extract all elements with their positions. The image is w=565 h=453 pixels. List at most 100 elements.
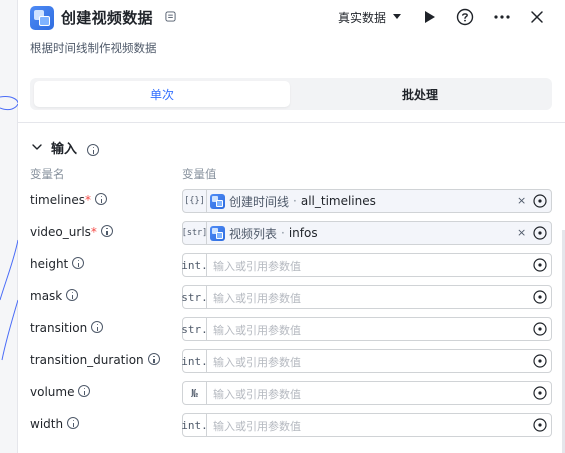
param-name-label: height [30, 257, 69, 271]
param-name: timelines* [30, 193, 108, 207]
more-icon [494, 15, 510, 19]
data-mode-select[interactable]: 真实数据 [338, 9, 386, 26]
reference-chip[interactable]: 视频列表 · infos [210, 224, 318, 242]
param-name: height [30, 257, 85, 271]
video-node-icon [30, 6, 54, 30]
param-row-mask: mask str. 输入或引用参数值 [18, 285, 565, 309]
param-name: volume [30, 385, 91, 399]
required-mark: * [90, 225, 97, 239]
column-header-name: 变量名 [30, 167, 65, 181]
tag-icon[interactable] [165, 11, 176, 22]
node-config-panel: 创建视频数据 真实数据 根据时间线制作视频数据 单次 批处理 输入 变量名 变量… [18, 0, 565, 453]
variable-icon[interactable] [533, 290, 547, 304]
type-tag: int. [181, 414, 208, 436]
param-row-transition-duration: transition_duration int. 输入或引用参数值 [18, 349, 565, 373]
variable-icon[interactable] [533, 258, 547, 272]
param-input-placeholder[interactable]: 输入或引用参数值 [213, 354, 301, 370]
type-tag: № [183, 382, 207, 404]
param-value-field[interactable]: [str] 视频列表 · infos × [182, 221, 552, 245]
divider [18, 122, 565, 123]
param-value-field[interactable]: int. 输入或引用参数值 [181, 349, 552, 373]
param-name-label: mask [30, 289, 63, 303]
run-button[interactable] [420, 7, 440, 27]
param-value-field[interactable]: str. 输入或引用参数值 [181, 317, 552, 341]
param-input-placeholder[interactable]: 输入或引用参数值 [213, 322, 301, 338]
info-icon[interactable] [100, 225, 113, 237]
param-row-timelines: timelines* [{}] 创建时间线 · all_timelines × [18, 189, 565, 213]
type-tag: [{}] [183, 190, 207, 212]
ref-variable: all_timelines [300, 194, 376, 208]
param-input-placeholder[interactable]: 输入或引用参数值 [213, 418, 301, 434]
chevron-down-icon[interactable] [30, 140, 44, 154]
param-name-label: transition [30, 321, 88, 335]
type-tag: int. [181, 350, 208, 372]
param-value-field[interactable]: int. 输入或引用参数值 [181, 413, 552, 437]
help-icon [456, 8, 474, 26]
panel-header: 创建视频数据 真实数据 [18, 0, 565, 36]
input-section-title: 输入 [51, 142, 78, 157]
param-row-volume: volume № 输入或引用参数值 [18, 381, 565, 405]
variable-icon[interactable] [533, 354, 547, 368]
close-button[interactable] [527, 7, 547, 27]
param-value-field[interactable]: [{}] 创建时间线 · all_timelines × [182, 189, 552, 213]
param-value-field[interactable]: str. 输入或引用参数值 [181, 285, 552, 309]
info-icon[interactable] [95, 193, 108, 205]
param-name-label: timelines [30, 193, 86, 207]
node-description[interactable]: 根据时间线制作视频数据 [30, 40, 157, 56]
param-name: width [30, 417, 80, 431]
type-tag: [str] [182, 222, 207, 244]
type-tag: int. [181, 254, 208, 276]
info-icon[interactable] [72, 257, 85, 269]
required-mark: * [85, 193, 92, 207]
type-tag: str. [181, 318, 208, 340]
help-button[interactable] [455, 7, 475, 27]
variable-icon[interactable] [533, 322, 547, 336]
run-mode-tabs: 单次 批处理 [30, 78, 552, 110]
info-icon[interactable] [87, 144, 99, 156]
ref-separator: · [281, 226, 285, 240]
ref-separator: · [293, 194, 297, 208]
workflow-canvas-edge[interactable] [0, 0, 18, 453]
param-row-width: width int. 输入或引用参数值 [18, 413, 565, 437]
variable-icon[interactable] [533, 194, 547, 208]
play-icon [425, 11, 435, 23]
info-icon[interactable] [147, 353, 160, 365]
param-value-field[interactable]: int. 输入或引用参数值 [181, 253, 552, 277]
param-name-label: transition_duration [30, 353, 144, 367]
param-input-placeholder[interactable]: 输入或引用参数值 [213, 258, 301, 274]
param-name: mask [30, 289, 79, 303]
type-tag: str. [181, 286, 208, 308]
param-input-placeholder[interactable]: 输入或引用参数值 [213, 290, 301, 306]
clear-icon[interactable]: × [517, 194, 526, 207]
ref-node-name: 创建时间线 [229, 194, 290, 209]
more-button[interactable] [492, 7, 512, 27]
param-row-height: height int. 输入或引用参数值 [18, 253, 565, 277]
variable-icon[interactable] [533, 418, 547, 432]
param-row-transition: transition str. 输入或引用参数值 [18, 317, 565, 341]
info-icon[interactable] [66, 289, 79, 301]
caret-down-icon[interactable] [393, 14, 401, 19]
param-input-placeholder[interactable]: 输入或引用参数值 [213, 386, 301, 402]
param-name: transition [30, 321, 104, 335]
node-ref-icon [210, 193, 225, 209]
param-name: video_urls* [30, 225, 113, 239]
clear-icon[interactable]: × [517, 226, 526, 239]
variable-icon[interactable] [533, 386, 547, 400]
info-icon[interactable] [67, 417, 80, 429]
tab-single[interactable]: 单次 [34, 81, 290, 107]
param-name-label: width [30, 417, 64, 431]
ref-node-name: 视频列表 [229, 226, 278, 241]
info-icon[interactable] [78, 385, 91, 397]
node-ref-icon [210, 225, 225, 241]
param-row-video-urls: video_urls* [str] 视频列表 · infos × [18, 221, 565, 245]
reference-chip[interactable]: 创建时间线 · all_timelines [210, 192, 376, 210]
info-icon[interactable] [91, 321, 104, 333]
tab-batch[interactable]: 批处理 [292, 81, 548, 107]
page-title[interactable]: 创建视频数据 [61, 7, 153, 28]
param-name-label: video_urls [30, 225, 91, 239]
variable-icon[interactable] [533, 226, 547, 240]
param-value-field[interactable]: № 输入或引用参数值 [182, 381, 552, 405]
param-name-label: volume [30, 385, 75, 399]
close-icon [531, 11, 543, 23]
column-header-value: 变量值 [182, 167, 217, 181]
